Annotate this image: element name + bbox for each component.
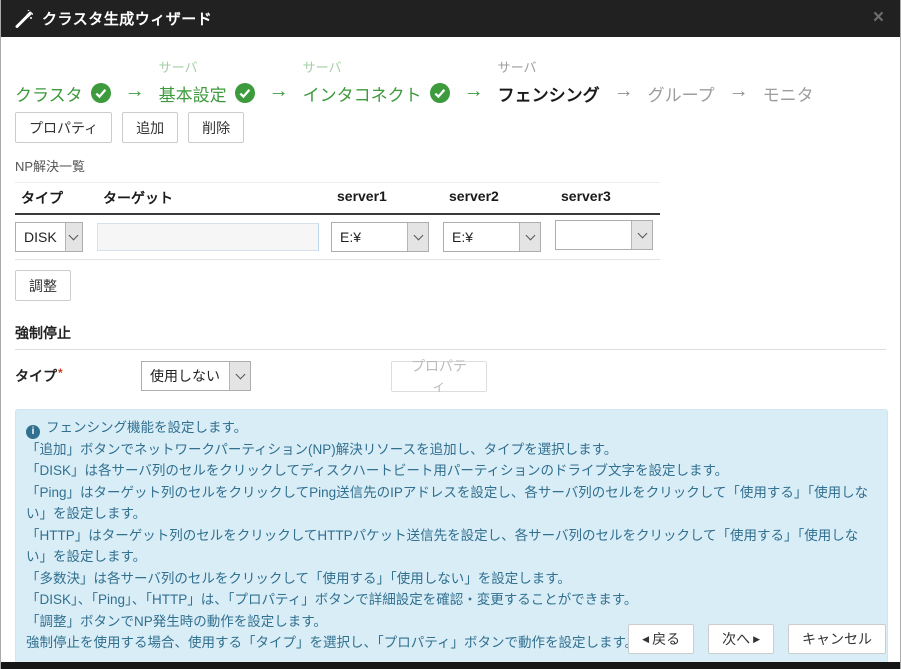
server2-select[interactable]: E:¥ (443, 222, 541, 252)
forced-stop-type-select[interactable]: 使用しない (141, 361, 251, 391)
step-sublabel: サーバ (303, 59, 450, 79)
server1-select-value: E:¥ (332, 223, 407, 251)
server3-select-value (556, 221, 631, 249)
step-basic-settings[interactable]: サーバ 基本設定 (159, 59, 255, 107)
step-arrow-icon: → (614, 78, 634, 104)
chevron-down-icon (65, 223, 82, 251)
info-line: 「Ping」はターゲット列のセルをクリックしてPing送信先のIPアドレスを設定… (26, 482, 877, 525)
step-check-icon (235, 83, 255, 103)
info-line: 「多数決」は各サーバ列のセルをクリックして「使用する」「使用しない」を設定します… (26, 568, 877, 590)
back-arrow-icon: ◀ (642, 635, 649, 644)
server2-select-value: E:¥ (444, 223, 519, 251)
close-icon[interactable]: × (873, 8, 884, 27)
step-arrow-icon: → (464, 78, 484, 104)
forced-stop-type-row: タイプ* 使用しない プロパティ (15, 359, 886, 393)
info-line: i フェンシング機能を設定します。 (26, 417, 877, 439)
forced-stop-type-label: タイプ* (15, 366, 141, 386)
required-mark: * (58, 366, 63, 380)
magic-wand-icon (15, 10, 33, 28)
cancel-button[interactable]: キャンセル (788, 624, 886, 654)
step-arrow-icon: → (125, 78, 145, 104)
col-header-server3: server3 (555, 183, 660, 213)
step-check-icon (91, 83, 111, 103)
next-button[interactable]: 次へ ▶ (708, 624, 774, 654)
np-table-row: DISK E:¥ E:¥ (15, 215, 660, 260)
forced-stop-section-title: 強制停止 (15, 323, 886, 343)
window-bottom-edge (1, 662, 900, 669)
step-label: インタコネクト (303, 81, 422, 106)
chevron-down-icon (229, 362, 250, 390)
next-button-label: 次へ (722, 629, 750, 649)
wizard-steps: クラスタ → サーバ 基本設定 → (15, 49, 886, 107)
col-header-server1: server1 (331, 183, 443, 213)
step-interconnect[interactable]: サーバ インタコネクト (303, 59, 450, 107)
np-toolbar: プロパティ 追加 削除 (15, 112, 886, 143)
np-list-caption: NP解決一覧 (15, 156, 886, 175)
step-fencing[interactable]: サーバ フェンシング (498, 59, 600, 107)
add-button[interactable]: 追加 (122, 112, 178, 143)
next-arrow-icon: ▶ (753, 635, 760, 644)
chevron-down-icon (407, 223, 428, 251)
step-label: グループ (648, 81, 715, 106)
server3-select[interactable] (555, 220, 653, 250)
forced-stop-type-value: 使用しない (142, 362, 229, 390)
forced-stop-property-button[interactable]: プロパティ (391, 361, 487, 392)
titlebar: クラスタ生成ウィザード × (1, 0, 900, 37)
remove-button[interactable]: 削除 (188, 112, 244, 143)
info-line-text: フェンシング機能を設定します。 (46, 420, 247, 435)
step-label: クラスタ (15, 81, 83, 106)
server1-select[interactable]: E:¥ (331, 222, 429, 252)
footer: ◀ 戻る 次へ ▶ キャンセル (628, 624, 886, 654)
np-table: タイプ ターゲット server1 server2 server3 DISK (15, 182, 660, 260)
info-line: 「DISK」は各サーバ列のセルをクリックしてディスクハートビート用パーティション… (26, 460, 877, 482)
step-sublabel (15, 59, 111, 79)
property-button[interactable]: プロパティ (15, 112, 112, 143)
col-header-server2: server2 (443, 183, 555, 213)
cluster-wizard-dialog: クラスタ生成ウィザード × クラスタ → サーバ 基本設定 (0, 0, 901, 669)
type-label-text: タイプ (15, 368, 57, 384)
step-group[interactable]: グループ (648, 59, 715, 107)
info-icon: i (26, 425, 40, 439)
back-button[interactable]: ◀ 戻る (628, 624, 694, 654)
section-divider (15, 349, 886, 350)
step-label: フェンシング (498, 81, 600, 106)
col-header-type: タイプ (15, 183, 97, 213)
content: クラスタ → サーバ 基本設定 → (1, 49, 900, 664)
type-select[interactable]: DISK (15, 222, 83, 252)
step-cluster[interactable]: クラスタ (15, 59, 111, 107)
step-label: モニタ (763, 81, 814, 106)
window-title: クラスタ生成ウィザード (42, 8, 212, 29)
step-check-icon (430, 83, 450, 103)
step-sublabel (648, 59, 715, 79)
step-monitor[interactable]: モニタ (763, 59, 814, 107)
tune-button[interactable]: 調整 (15, 270, 71, 301)
step-sublabel (763, 59, 814, 79)
back-button-label: 戻る (652, 629, 680, 649)
chevron-down-icon (631, 221, 652, 249)
chevron-down-icon (519, 223, 540, 251)
info-line: 「HTTP」はターゲット列のセルをクリックしてHTTPパケット送信先を設定し、各… (26, 525, 877, 568)
type-select-value: DISK (16, 223, 65, 251)
step-arrow-icon: → (269, 78, 289, 104)
info-line: 「DISK」、「Ping」、「HTTP」は、「プロパティ」ボタンで詳細設定を確認… (26, 589, 877, 611)
step-sublabel: サーバ (498, 59, 600, 79)
info-line: 「追加」ボタンでネットワークパーティション(NP)解決リソースを追加し、タイプを… (26, 439, 877, 461)
target-input[interactable] (97, 223, 319, 251)
col-header-target: ターゲット (97, 183, 331, 213)
step-label: 基本設定 (159, 81, 227, 106)
step-arrow-icon: → (729, 78, 749, 104)
np-table-header: タイプ ターゲット server1 server2 server3 (15, 182, 660, 215)
step-sublabel: サーバ (159, 59, 255, 79)
